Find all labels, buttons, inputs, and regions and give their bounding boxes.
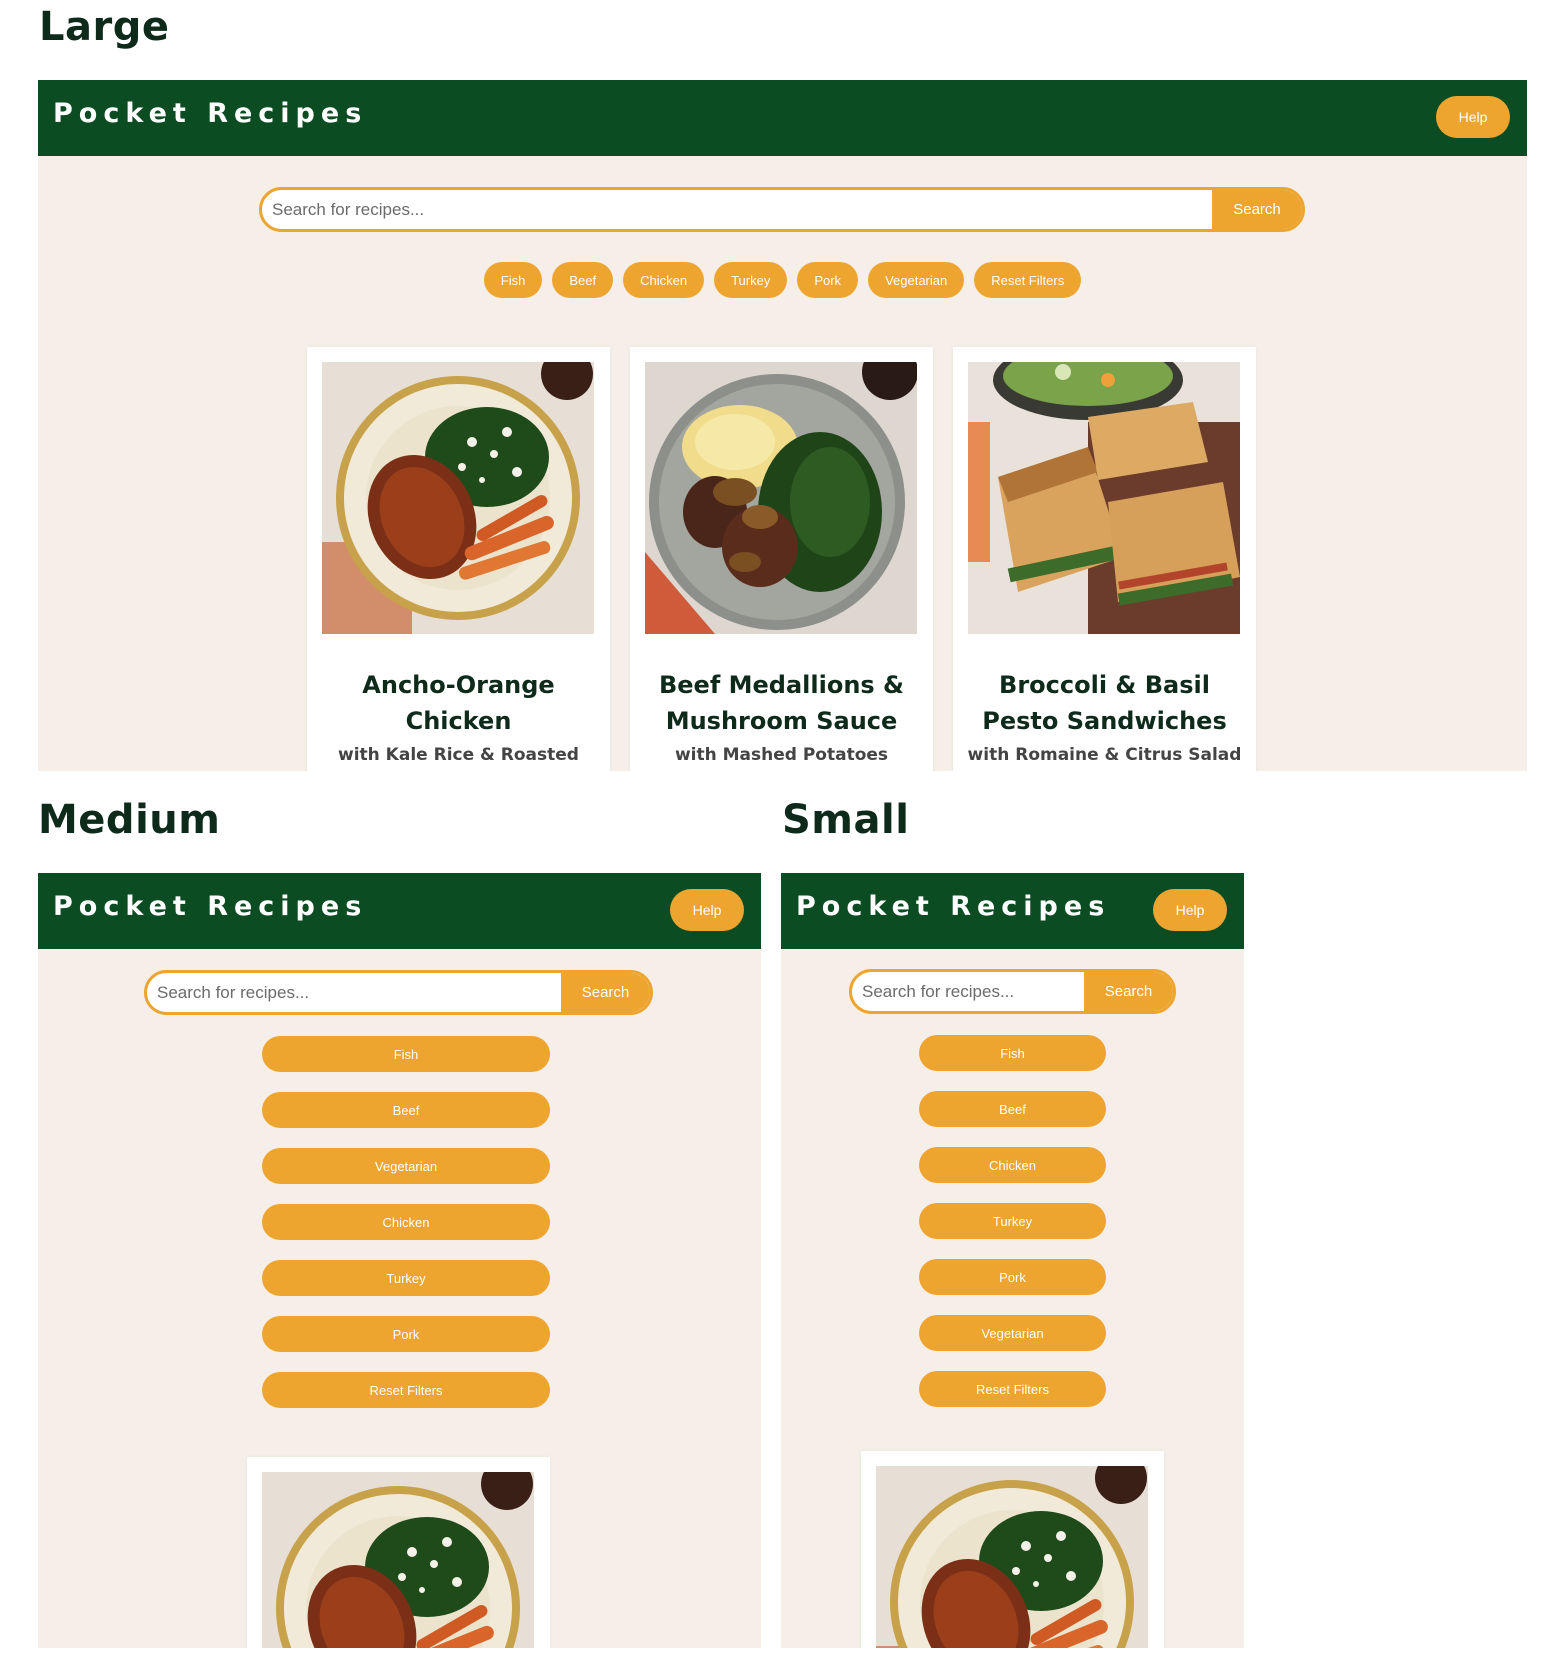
brand-logo[interactable]: Pocket Recipes (53, 98, 367, 129)
brand-logo[interactable]: Pocket Recipes (796, 891, 1110, 922)
recipe-image-chicken[interactable] (876, 1466, 1148, 1648)
search-input[interactable] (147, 973, 561, 1012)
filter-chicken[interactable]: Chicken (623, 262, 705, 298)
filter-chips: Fish Beef Chicken Turkey Pork Vegetarian… (38, 262, 1527, 298)
recipe-image-beef[interactable] (645, 362, 917, 634)
mock-large: Pocket Recipes Help Search Fish Beef Chi… (38, 80, 1527, 771)
recipe-subtitle: with Mashed Potatoes (674, 745, 889, 765)
mock-medium: Pocket Recipes Help Search Fish Beef Veg… (38, 873, 761, 1648)
recipe-card[interactable] (247, 1457, 550, 1648)
help-button[interactable]: Help (1436, 96, 1510, 138)
filter-beef[interactable]: Beef (262, 1092, 550, 1128)
filter-chips: Fish Beef Chicken Turkey Pork Vegetarian… (919, 1035, 1106, 1407)
brand-logo[interactable]: Pocket Recipes (53, 891, 367, 922)
app-header: Pocket Recipes Help (38, 80, 1527, 156)
app-header: Pocket Recipes Help (38, 873, 761, 949)
filter-chips: Fish Beef Vegetarian Chicken Turkey Pork… (262, 1036, 550, 1408)
recipe-card[interactable]: Ancho-Orange Chicken with Kale Rice & Ro… (307, 347, 610, 771)
recipe-title[interactable]: Broccoli & Basil Pesto Sandwiches (953, 667, 1256, 739)
filter-fish[interactable]: Fish (483, 262, 543, 298)
recipe-title[interactable]: Beef Medallions & Mushroom Sauce (630, 667, 933, 739)
search-input[interactable] (262, 190, 1212, 229)
search-button[interactable]: Search (1212, 190, 1302, 229)
search-bar: Search (259, 187, 1305, 232)
search-bar: Search (144, 970, 653, 1015)
filter-pork[interactable]: Pork (919, 1259, 1106, 1295)
recipe-image-chicken[interactable] (262, 1472, 534, 1648)
section-title-small: Small (782, 797, 910, 843)
search-button[interactable]: Search (1084, 972, 1173, 1011)
search-input[interactable] (852, 972, 1084, 1011)
search-button[interactable]: Search (561, 973, 650, 1012)
recipe-subtitle: with Romaine & Citrus Salad (967, 745, 1242, 765)
app-header: Pocket Recipes Help (781, 873, 1244, 949)
filter-reset[interactable]: Reset Filters (974, 262, 1082, 298)
recipe-title[interactable]: Ancho-Orange Chicken (307, 667, 610, 739)
filter-chicken[interactable]: Chicken (919, 1147, 1106, 1183)
filter-reset[interactable]: Reset Filters (262, 1372, 550, 1408)
filter-turkey[interactable]: Turkey (262, 1260, 550, 1296)
recipe-image-chicken[interactable] (322, 362, 594, 634)
recipe-card[interactable] (861, 1451, 1164, 1648)
section-title-large: Large (39, 4, 170, 50)
search-bar: Search (849, 969, 1176, 1014)
recipe-card[interactable]: Broccoli & Basil Pesto Sandwiches with R… (953, 347, 1256, 771)
filter-reset[interactable]: Reset Filters (919, 1371, 1106, 1407)
recipe-subtitle: with Kale Rice & Roasted (338, 745, 579, 765)
filter-chicken[interactable]: Chicken (262, 1204, 550, 1240)
filter-beef[interactable]: Beef (919, 1091, 1106, 1127)
recipe-card[interactable]: Beef Medallions & Mushroom Sauce with Ma… (630, 347, 933, 771)
filter-vegetarian[interactable]: Vegetarian (868, 262, 965, 298)
mock-small: Pocket Recipes Help Search Fish Beef Chi… (781, 873, 1244, 1648)
recipe-image-sandwich[interactable] (968, 362, 1240, 634)
filter-pork[interactable]: Pork (797, 262, 859, 298)
filter-turkey[interactable]: Turkey (714, 262, 788, 298)
filter-fish[interactable]: Fish (919, 1035, 1106, 1071)
filter-pork[interactable]: Pork (262, 1316, 550, 1352)
filter-vegetarian[interactable]: Vegetarian (262, 1148, 550, 1184)
filter-fish[interactable]: Fish (262, 1036, 550, 1072)
filter-vegetarian[interactable]: Vegetarian (919, 1315, 1106, 1351)
filter-turkey[interactable]: Turkey (919, 1203, 1106, 1239)
help-button[interactable]: Help (1153, 889, 1227, 931)
section-title-medium: Medium (38, 797, 221, 843)
help-button[interactable]: Help (670, 889, 744, 931)
filter-beef[interactable]: Beef (552, 262, 614, 298)
